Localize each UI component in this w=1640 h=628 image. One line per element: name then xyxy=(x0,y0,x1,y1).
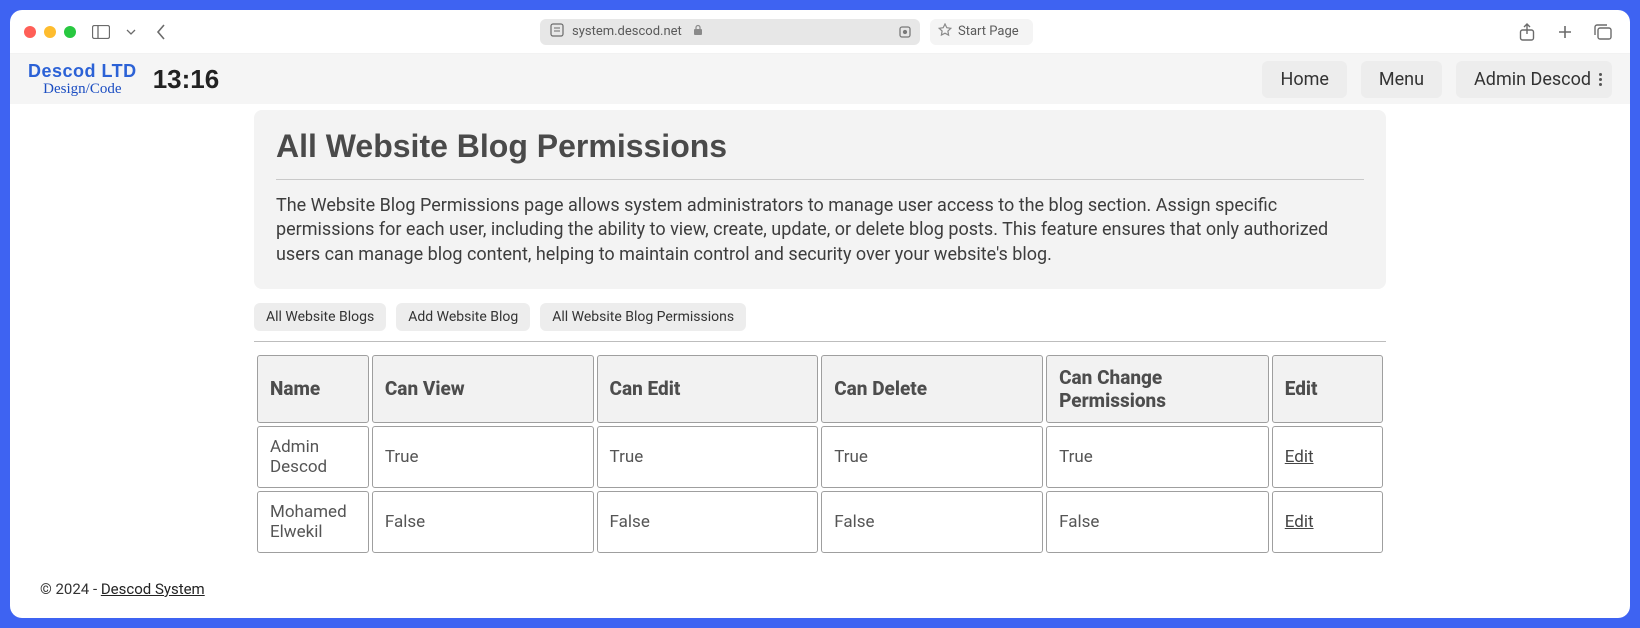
nav-user-label: Admin Descod xyxy=(1474,69,1591,90)
tab-add-blog-label: Add Website Blog xyxy=(408,309,518,325)
star-icon xyxy=(938,23,952,41)
cell-edit: Edit xyxy=(1272,491,1383,553)
page-title: All Website Blog Permissions xyxy=(276,128,1364,165)
page-hero: All Website Blog Permissions The Website… xyxy=(254,110,1386,289)
browser-window: system.descod.net Start Page xyxy=(10,10,1630,618)
window-minimize-icon[interactable] xyxy=(44,26,56,38)
th-can-edit: Can Edit xyxy=(597,355,819,423)
start-page-label: Start Page xyxy=(958,24,1019,39)
cell-can-change-permissions: False xyxy=(1046,491,1269,553)
main-nav: Home Menu Admin Descod xyxy=(1262,61,1612,98)
cell-can-edit: True xyxy=(597,426,819,488)
cell-can-delete: True xyxy=(821,426,1043,488)
brand-name: Descod LTD xyxy=(28,62,137,80)
cell-can-view: False xyxy=(372,491,594,553)
cell-edit: Edit xyxy=(1272,426,1383,488)
tab-all-blogs[interactable]: All Website Blogs xyxy=(254,303,386,331)
share-inline-icon[interactable] xyxy=(898,25,912,39)
nav-home[interactable]: Home xyxy=(1262,61,1346,98)
lock-icon xyxy=(690,24,704,40)
tab-add-blog[interactable]: Add Website Blog xyxy=(396,303,530,331)
tab-all-permissions[interactable]: All Website Blog Permissions xyxy=(540,303,746,331)
nav-menu[interactable]: Menu xyxy=(1361,61,1442,98)
browser-chrome: system.descod.net Start Page xyxy=(10,10,1630,54)
window-controls xyxy=(24,26,76,38)
cell-can-change-permissions: True xyxy=(1046,426,1269,488)
nav-user[interactable]: Admin Descod xyxy=(1456,61,1612,98)
th-edit: Edit xyxy=(1272,355,1383,423)
cell-name: Mohamed Elwekil xyxy=(257,491,369,553)
page-description: The Website Blog Permissions page allows… xyxy=(276,194,1364,267)
table-row: Mohamed Elwekil False False False False … xyxy=(257,491,1383,553)
chevron-down-icon[interactable] xyxy=(124,21,138,43)
start-page-tab[interactable]: Start Page xyxy=(930,19,1033,45)
sidebar-toggle-icon[interactable] xyxy=(88,21,114,43)
tab-all-permissions-label: All Website Blog Permissions xyxy=(552,309,734,325)
sub-nav: All Website Blogs Add Website Blog All W… xyxy=(254,303,1386,342)
window-close-icon[interactable] xyxy=(24,26,36,38)
tabs-icon[interactable] xyxy=(1590,21,1616,43)
table-header-row: Name Can View Can Edit Can Delete Can Ch… xyxy=(257,355,1383,423)
nav-menu-label: Menu xyxy=(1379,69,1424,90)
th-can-delete: Can Delete xyxy=(821,355,1043,423)
address-bar[interactable]: system.descod.net xyxy=(540,19,920,45)
divider xyxy=(276,179,1364,180)
th-can-change-permissions: Can Change Permissions xyxy=(1046,355,1269,423)
cell-can-edit: False xyxy=(597,491,819,553)
new-tab-icon[interactable] xyxy=(1552,21,1578,43)
reader-icon xyxy=(550,23,564,41)
footer-copyright: © 2024 - xyxy=(40,580,101,598)
kebab-icon xyxy=(1599,73,1602,86)
brand-logo[interactable]: Descod LTD Design/Code xyxy=(28,62,137,97)
table-row: Admin Descod True True True True Edit xyxy=(257,426,1383,488)
nav-home-label: Home xyxy=(1280,69,1328,90)
footer: © 2024 - Descod System xyxy=(40,580,1618,598)
share-icon[interactable] xyxy=(1514,21,1540,43)
window-maximize-icon[interactable] xyxy=(64,26,76,38)
app-header: Descod LTD Design/Code 13:16 Home Menu A… xyxy=(10,54,1630,104)
cell-can-view: True xyxy=(372,426,594,488)
tab-all-blogs-label: All Website Blogs xyxy=(266,309,374,325)
cell-name: Admin Descod xyxy=(257,426,369,488)
footer-link[interactable]: Descod System xyxy=(101,580,205,598)
edit-link[interactable]: Edit xyxy=(1285,447,1314,467)
th-name: Name xyxy=(257,355,369,423)
cell-can-delete: False xyxy=(821,491,1043,553)
edit-link[interactable]: Edit xyxy=(1285,512,1314,532)
permissions-table: Name Can View Can Edit Can Delete Can Ch… xyxy=(254,352,1386,556)
brand-tagline: Design/Code xyxy=(43,82,121,97)
address-url: system.descod.net xyxy=(572,24,682,39)
page-content: All Website Blog Permissions The Website… xyxy=(10,104,1630,618)
clock: 13:16 xyxy=(153,64,220,95)
th-can-view: Can View xyxy=(372,355,594,423)
back-icon[interactable] xyxy=(148,21,174,43)
